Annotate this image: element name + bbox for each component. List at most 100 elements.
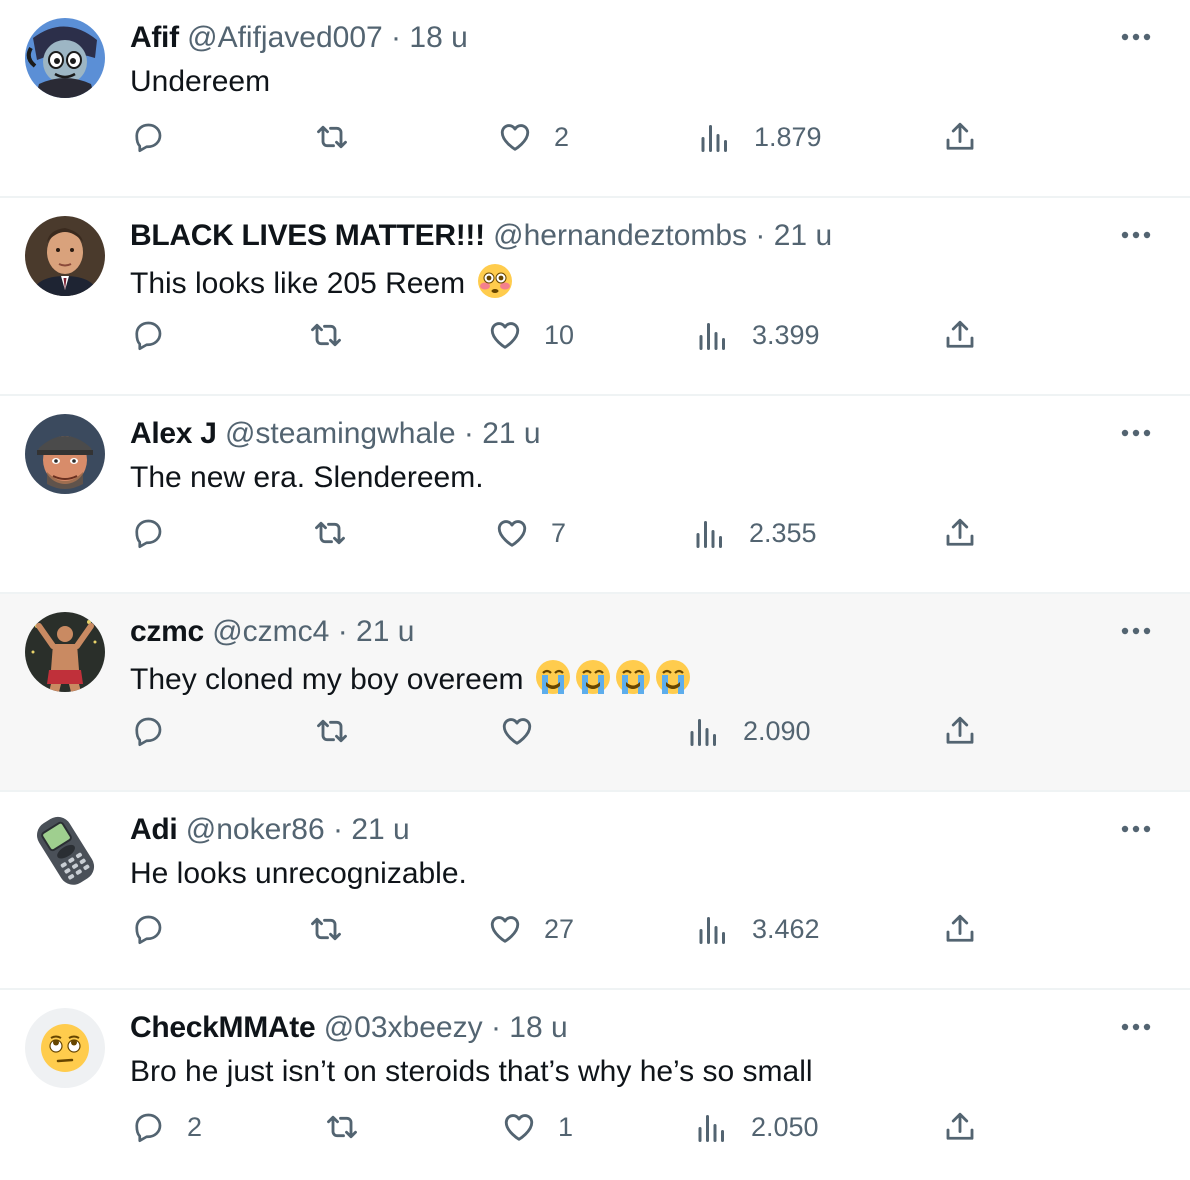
retweet-button[interactable] bbox=[312, 516, 348, 550]
view-count: 3.399 bbox=[752, 319, 820, 350]
views-button[interactable]: 2.090 bbox=[686, 714, 811, 748]
tweet-header: BLACK LIVES MATTER!!! @hernandeztombs · … bbox=[130, 218, 832, 254]
user-handle[interactable]: @steamingwhale bbox=[225, 417, 456, 450]
reply-tweet[interactable]: Adi @noker86 · 21 u He looks unrecogniza… bbox=[0, 792, 1190, 990]
avatar[interactable] bbox=[25, 1008, 105, 1088]
more-options-button[interactable] bbox=[1118, 814, 1154, 844]
retweet-button[interactable] bbox=[308, 912, 344, 946]
reply-tweet[interactable]: BLACK LIVES MATTER!!! @hernandeztombs · … bbox=[0, 198, 1190, 396]
like-button[interactable]: 7 bbox=[494, 516, 566, 550]
more-options-button[interactable] bbox=[1118, 418, 1154, 448]
display-name[interactable]: Alex J bbox=[130, 417, 217, 450]
view-count: 2.050 bbox=[751, 1111, 819, 1142]
reply-tweet[interactable]: CheckMMAte @03xbeezy · 18 u Bro he just … bbox=[0, 990, 1190, 1180]
avatar[interactable] bbox=[25, 18, 105, 98]
more-dots-icon bbox=[1121, 33, 1151, 41]
like-button[interactable] bbox=[499, 714, 556, 748]
action-bar: 10 3.399 bbox=[0, 308, 1190, 364]
reply-tweet[interactable]: czmc @czmc4 · 21 u They cloned my boy ov… bbox=[0, 594, 1190, 792]
reply-tweet[interactable]: Afif @Afifjaved007 · 18 u Undereem 2 1.8… bbox=[0, 0, 1190, 198]
user-handle[interactable]: @hernandeztombs bbox=[493, 219, 747, 252]
avatar[interactable] bbox=[25, 216, 105, 296]
display-name[interactable]: CheckMMAte bbox=[130, 1011, 316, 1044]
display-name[interactable]: Adi bbox=[130, 813, 178, 846]
reply-button[interactable] bbox=[130, 516, 187, 550]
reply-button[interactable] bbox=[130, 912, 187, 946]
action-bar: 2 1 2.050 bbox=[0, 1100, 1190, 1156]
like-button[interactable]: 2 bbox=[497, 120, 569, 154]
views-button[interactable]: 1.879 bbox=[697, 120, 822, 154]
more-dots-icon bbox=[1121, 1023, 1151, 1031]
reply-tweet[interactable]: Alex J @steamingwhale · 21 u The new era… bbox=[0, 396, 1190, 594]
loudly-crying-face-emoji bbox=[654, 658, 692, 696]
retweet-button[interactable] bbox=[308, 318, 344, 352]
reply-button[interactable]: 2 bbox=[130, 1110, 202, 1144]
more-options-button[interactable] bbox=[1118, 1012, 1154, 1042]
share-button[interactable] bbox=[942, 120, 978, 154]
like-count: 1 bbox=[558, 1111, 574, 1142]
more-options-button[interactable] bbox=[1118, 220, 1154, 250]
share-button[interactable] bbox=[942, 516, 978, 550]
heart-icon bbox=[497, 520, 527, 547]
user-handle[interactable]: @czmc4 bbox=[212, 615, 329, 648]
separator-dot: · bbox=[490, 1011, 501, 1044]
retweet-button[interactable] bbox=[324, 1110, 360, 1144]
nokia-phone-avatar-icon bbox=[25, 810, 105, 890]
reply-icon bbox=[135, 123, 162, 152]
avatar[interactable] bbox=[25, 414, 105, 494]
more-options-button[interactable] bbox=[1118, 22, 1154, 52]
timestamp[interactable]: 21 u bbox=[351, 813, 409, 846]
heart-icon bbox=[502, 718, 532, 745]
user-handle[interactable]: @noker86 bbox=[186, 813, 325, 846]
retweet-button[interactable] bbox=[314, 120, 350, 154]
display-name[interactable]: czmc bbox=[130, 615, 204, 648]
separator-dot: · bbox=[333, 813, 343, 846]
reply-button[interactable] bbox=[130, 714, 187, 748]
retweet-icon bbox=[311, 323, 341, 347]
share-upload-icon bbox=[946, 914, 974, 942]
views-button[interactable]: 3.462 bbox=[695, 912, 820, 946]
like-count: 2 bbox=[554, 121, 570, 152]
reply-count: 2 bbox=[187, 1111, 203, 1142]
views-button[interactable]: 2.355 bbox=[692, 516, 817, 550]
user-handle[interactable]: @03xbeezy bbox=[324, 1011, 483, 1044]
timestamp[interactable]: 21 u bbox=[774, 219, 832, 252]
avatar[interactable] bbox=[25, 612, 105, 692]
share-button[interactable] bbox=[942, 912, 978, 946]
display-name[interactable]: Afif bbox=[130, 21, 179, 54]
action-bar: 2.090 bbox=[0, 704, 1190, 760]
views-bar-chart-icon bbox=[690, 719, 716, 746]
like-button[interactable]: 1 bbox=[501, 1110, 573, 1144]
retweet-button[interactable] bbox=[314, 714, 350, 748]
more-options-button[interactable] bbox=[1118, 616, 1154, 646]
separator-dot: · bbox=[755, 219, 766, 252]
views-button[interactable]: 2.050 bbox=[694, 1110, 819, 1144]
share-button[interactable] bbox=[942, 1110, 978, 1144]
reply-button[interactable] bbox=[130, 120, 187, 154]
tweet-text: This looks like 205 Reem bbox=[130, 267, 466, 300]
like-button[interactable]: 27 bbox=[487, 912, 574, 946]
like-button[interactable]: 10 bbox=[487, 318, 574, 352]
retweet-icon bbox=[311, 917, 341, 941]
views-button[interactable]: 3.399 bbox=[695, 318, 820, 352]
timestamp[interactable]: 21 u bbox=[356, 615, 414, 648]
tweet-text: Bro he just isn’t on steroids that’s why… bbox=[130, 1055, 813, 1088]
reply-icon bbox=[135, 519, 162, 548]
timestamp[interactable]: 21 u bbox=[482, 417, 540, 450]
reply-feed: Afif @Afifjaved007 · 18 u Undereem 2 1.8… bbox=[0, 0, 1190, 1180]
display-name[interactable]: BLACK LIVES MATTER!!! bbox=[130, 219, 485, 252]
views-bar-chart-icon bbox=[699, 917, 725, 944]
reply-button[interactable] bbox=[130, 318, 187, 352]
user-handle[interactable]: @Afifjaved007 bbox=[187, 21, 383, 54]
share-button[interactable] bbox=[942, 714, 978, 748]
reply-icon bbox=[135, 717, 162, 746]
reply-icon bbox=[135, 321, 162, 350]
loudly-crying-face-emoji bbox=[534, 658, 572, 696]
avatar[interactable] bbox=[25, 810, 105, 890]
fighter-avatar-icon bbox=[25, 612, 105, 692]
heart-icon bbox=[490, 916, 520, 943]
timestamp[interactable]: 18 u bbox=[509, 1011, 567, 1044]
share-button[interactable] bbox=[942, 318, 978, 352]
tweet-header: czmc @czmc4 · 21 u bbox=[130, 614, 414, 650]
timestamp[interactable]: 18 u bbox=[409, 21, 467, 54]
